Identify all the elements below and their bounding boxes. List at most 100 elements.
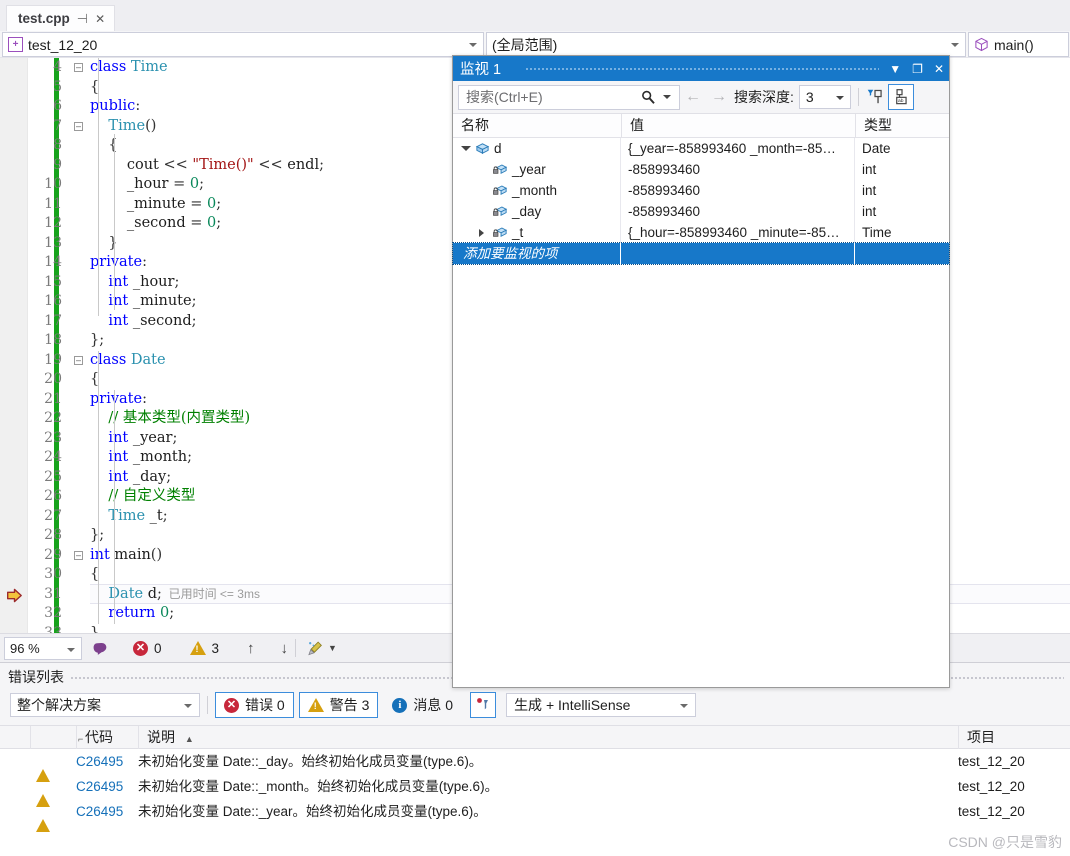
- search-forward-button[interactable]: →: [706, 88, 732, 106]
- watch-row-value[interactable]: -858993460: [621, 159, 700, 180]
- watch-add-item-placeholder: 添加要监视的项: [463, 246, 558, 261]
- column-header-project[interactable]: 项目: [958, 726, 1070, 749]
- column-header-icon[interactable]: [30, 726, 70, 749]
- code-line-text: _minute = 0;: [90, 195, 222, 212]
- watch-row[interactable]: _month -858993460 int: [453, 180, 949, 201]
- watch-row-value[interactable]: {_year=-858993460 _month=-85…: [621, 138, 836, 159]
- line-number: 31: [44, 585, 62, 602]
- build-filter-combo[interactable]: 生成 + IntelliSense: [506, 693, 697, 717]
- indent-guide: [98, 545, 99, 624]
- watch-column-value[interactable]: 值: [621, 114, 855, 137]
- filter-errors-button[interactable]: ✕ 错误 0: [215, 692, 294, 718]
- filter-pin-icon[interactable]: [866, 88, 884, 106]
- error-scope-filter-combo[interactable]: 整个解决方案: [10, 693, 200, 717]
- watch-window[interactable]: 监视 1 ▼ ❐ ✕ 搜索(Ctrl+E) ← → 搜索深度: 3 ab 名称 …: [452, 55, 950, 688]
- error-code-link[interactable]: C26495: [76, 799, 123, 824]
- status-warning-count[interactable]: 3: [189, 641, 219, 656]
- code-fold-toggle[interactable]: –: [74, 355, 83, 365]
- search-back-button[interactable]: ←: [680, 88, 706, 106]
- watch-rows[interactable]: d {_year=-858993460 _month=-85… Date _year -…: [453, 138, 949, 243]
- line-number: 28: [44, 527, 62, 543]
- watch-column-divider: [620, 159, 621, 180]
- filter-warnings-button[interactable]: 警告 3: [298, 692, 379, 718]
- line-number: 8: [53, 137, 62, 153]
- watch-row-type: int: [862, 183, 877, 198]
- indent-guide: [114, 134, 115, 310]
- pin-icon[interactable]: ⊣: [77, 12, 88, 25]
- close-icon[interactable]: ✕: [95, 13, 105, 25]
- code-fold-toggle[interactable]: –: [74, 63, 83, 72]
- line-number: 19: [44, 351, 62, 368]
- intellisense-head-icon[interactable]: [92, 640, 109, 657]
- watch-row-value[interactable]: {_hour=-858993460 _minute=-85…: [621, 222, 840, 243]
- navbar-scope-combo[interactable]: (全局范围): [486, 32, 966, 57]
- watch-toolbar: 搜索(Ctrl+E) ← → 搜索深度: 3 ab: [453, 81, 949, 114]
- watch-row[interactable]: d {_year=-858993460 _month=-85… Date: [453, 138, 949, 159]
- code-line-text: _second = 0;: [90, 215, 222, 231]
- expander-closed-icon[interactable]: [479, 228, 484, 237]
- code-cleanup-icon[interactable]: [307, 640, 324, 657]
- navbar-project-combo[interactable]: + test_12_20: [2, 32, 484, 57]
- error-code-link[interactable]: C26495: [76, 774, 123, 799]
- navbar-member-label: main(): [994, 36, 1034, 53]
- watch-column-type[interactable]: 类型: [855, 114, 949, 137]
- error-list-row[interactable]: C26495 未初始化变量 Date::_year。始终初始化成员变量(type.…: [0, 799, 1070, 832]
- watch-row[interactable]: _t {_hour=-858993460 _minute=-85… Time: [453, 222, 949, 243]
- code-fold-toggle[interactable]: –: [74, 121, 83, 131]
- watch-row-name: _month: [512, 183, 558, 198]
- search-icon[interactable]: [640, 89, 657, 109]
- watch-column-divider: [854, 201, 855, 222]
- error-list-rows[interactable]: C26495 未初始化变量 Date::_day。始终初始化成员变量(type.6…: [0, 749, 1070, 856]
- error-project: test_12_20: [958, 804, 1025, 819]
- previous-issue-button[interactable]: ↑: [247, 640, 255, 657]
- column-header-code[interactable]: 代码: [76, 726, 138, 749]
- column-header-description[interactable]: 说明 ▲: [138, 726, 958, 749]
- expander-open-icon[interactable]: [461, 146, 471, 151]
- line-number: 15: [44, 273, 62, 290]
- chevron-down-icon[interactable]: ▼: [889, 63, 901, 75]
- status-error-count[interactable]: ✕ 0: [133, 640, 162, 656]
- private-field-icon: [493, 162, 508, 177]
- error-filter-icon[interactable]: [470, 692, 497, 718]
- indent-guide: [98, 58, 99, 316]
- line-number: 25: [44, 468, 62, 485]
- chevron-down-icon[interactable]: [663, 94, 671, 99]
- watch-row-name: d: [494, 141, 502, 156]
- error-list-pane: 错误列表 整个解决方案 ✕ 错误 0 警告 3 i 消息 0: [0, 662, 1070, 856]
- next-issue-button[interactable]: ↓: [281, 640, 289, 657]
- watch-column-divider: [854, 138, 855, 159]
- filter-messages-button[interactable]: i 消息 0: [383, 692, 462, 718]
- filter-warnings-label: 警告 3: [329, 697, 370, 713]
- indent-guide: [114, 389, 115, 585]
- code-line-text: return 0;: [90, 605, 175, 621]
- pin-ab-icon[interactable]: ab: [887, 84, 914, 110]
- watch-row[interactable]: _day -858993460 int: [453, 201, 949, 222]
- watch-window-title-bar[interactable]: 监视 1 ▼ ❐ ✕: [453, 56, 949, 81]
- document-tab-test-cpp[interactable]: test.cpp ⊣ ✕: [6, 5, 116, 31]
- watch-search-input[interactable]: 搜索(Ctrl+E): [458, 84, 680, 110]
- error-code-link[interactable]: C26495: [76, 749, 123, 774]
- watch-add-item-row[interactable]: 添加要监视的项: [452, 242, 950, 265]
- warning-icon: [189, 641, 206, 655]
- toolbar-divider: [207, 696, 208, 714]
- chevron-down-icon: [184, 704, 192, 708]
- error-list-row[interactable]: C26495 未初始化变量 Date::_month。始终初始化成员变量(type…: [0, 774, 1070, 807]
- maximize-icon[interactable]: ❐: [912, 63, 923, 75]
- watch-row-type: Time: [862, 225, 892, 240]
- object-icon: [475, 141, 490, 156]
- watch-row-value[interactable]: -858993460: [621, 201, 700, 222]
- watch-row-value[interactable]: -858993460: [621, 180, 700, 201]
- zoom-level-combo[interactable]: 96 %: [4, 636, 82, 660]
- close-icon[interactable]: ✕: [934, 63, 944, 75]
- chevron-down-icon: [951, 42, 959, 47]
- navbar-member-combo[interactable]: main(): [968, 32, 1069, 57]
- search-depth-combo[interactable]: 3: [798, 85, 851, 109]
- error-list-row[interactable]: C26495 未初始化变量 Date::_day。始终初始化成员变量(type.6…: [0, 749, 1070, 782]
- build-filter-label: 生成 + IntelliSense: [514, 697, 631, 713]
- chevron-down-icon[interactable]: ▼: [328, 643, 337, 653]
- watch-column-name[interactable]: 名称: [453, 114, 621, 137]
- code-line-text: int _year;: [90, 429, 178, 446]
- line-number: 14: [44, 254, 62, 270]
- watch-row[interactable]: _year -858993460 int: [453, 159, 949, 180]
- code-fold-toggle[interactable]: –: [74, 550, 83, 560]
